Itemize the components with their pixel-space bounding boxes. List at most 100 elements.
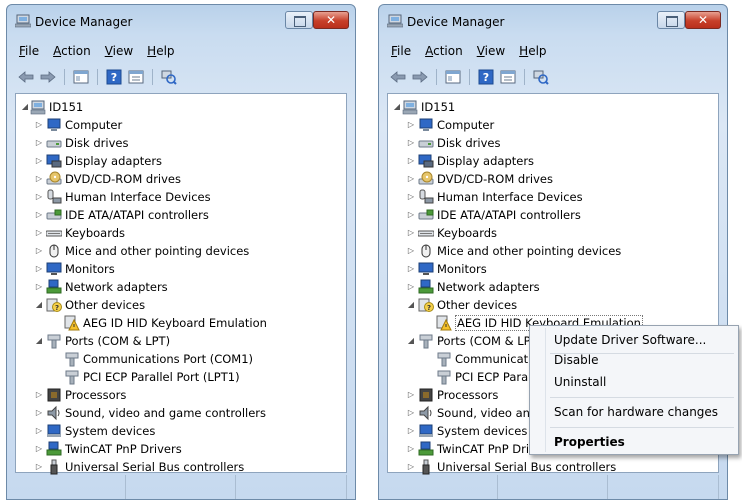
tree-category[interactable]: ◢ ? Other devices [20, 296, 346, 314]
expand-arrow-icon[interactable]: ▷ [34, 422, 44, 440]
tree-category[interactable]: ◢ Ports (COM & LPT) [20, 332, 346, 350]
tree-category[interactable]: ▷ DVD/CD-ROM drives [20, 170, 346, 188]
tree-category[interactable]: ▷ Human Interface Devices [20, 188, 346, 206]
back-arrow-icon[interactable] [17, 68, 35, 86]
expand-arrow-icon[interactable]: ▷ [34, 458, 44, 476]
tree-category[interactable]: ▷ Keyboards [20, 224, 346, 242]
tree-category[interactable]: ▷ Monitors [20, 260, 346, 278]
help-icon[interactable]: ? [477, 68, 495, 86]
expand-arrow-icon[interactable]: ▷ [34, 188, 44, 206]
expand-arrow-icon[interactable]: ▷ [34, 386, 44, 404]
tree-device[interactable]: Communications Port (COM1) [20, 350, 346, 368]
tree-root-node[interactable]: ◢ ID151 [392, 98, 718, 116]
collapse-arrow-icon[interactable]: ◢ [392, 98, 402, 116]
tree-category[interactable]: ▷ IDE ATA/ATAPI controllers [20, 206, 346, 224]
scan-hardware-icon[interactable] [160, 68, 178, 86]
tree-category[interactable]: ▷ Human Interface Devices [392, 188, 718, 206]
help-icon[interactable]: ? [105, 68, 123, 86]
expand-arrow-icon[interactable]: ▷ [34, 116, 44, 134]
tree-category[interactable]: ▷ Network adapters [20, 278, 346, 296]
tree-category[interactable]: ▷ Keyboards [392, 224, 718, 242]
collapse-arrow-icon[interactable]: ◢ [20, 98, 30, 116]
menu-file[interactable]: File [19, 41, 39, 61]
title-bar[interactable]: Device Manager ✕ [7, 5, 355, 35]
scan-hardware-icon[interactable] [532, 68, 550, 86]
tree-device[interactable]: PCI ECP Parallel Port (LPT1) [20, 368, 346, 386]
expand-arrow-icon[interactable]: ▷ [34, 152, 44, 170]
menu-scan-hardware-changes[interactable]: Scan for hardware changes [554, 402, 718, 422]
tree-category[interactable]: ▷ Universal Serial Bus controllers [392, 458, 718, 476]
tree-category[interactable]: ▷ Display adapters [20, 152, 346, 170]
title-bar[interactable]: Device Manager ✕ [379, 5, 727, 35]
expand-arrow-icon[interactable]: ▷ [34, 242, 44, 260]
minimize-button[interactable] [285, 11, 313, 29]
menu-update-driver-software[interactable]: Update Driver Software... [554, 330, 706, 350]
menu-help[interactable]: Help [147, 41, 174, 61]
menu-action[interactable]: Action [425, 41, 463, 61]
expand-arrow-icon[interactable]: ▷ [406, 116, 416, 134]
tree-category[interactable]: ▷ System devices [20, 422, 346, 440]
expand-arrow-icon[interactable]: ▷ [406, 278, 416, 296]
close-button[interactable]: ✕ [313, 11, 349, 29]
menu-view[interactable]: View [477, 41, 505, 61]
expand-arrow-icon[interactable]: ▷ [406, 152, 416, 170]
menu-properties[interactable]: Properties [554, 432, 625, 452]
show-hide-console-tree-icon[interactable] [444, 68, 462, 86]
expand-arrow-icon[interactable]: ▷ [406, 188, 416, 206]
tree-category[interactable]: ▷ Mice and other pointing devices [20, 242, 346, 260]
expand-arrow-icon[interactable]: ▷ [406, 224, 416, 242]
tree-category[interactable]: ▷ Disk drives [20, 134, 346, 152]
expand-arrow-icon[interactable]: ▷ [406, 134, 416, 152]
expand-arrow-icon[interactable]: ▷ [34, 170, 44, 188]
expand-arrow-icon[interactable]: ▷ [406, 422, 416, 440]
tree-category[interactable]: ▷ TwinCAT PnP Drivers [20, 440, 346, 458]
expand-arrow-icon[interactable]: ▷ [34, 278, 44, 296]
tree-category[interactable]: ▷ Mice and other pointing devices [392, 242, 718, 260]
expand-arrow-icon[interactable]: ▷ [406, 404, 416, 422]
tree-category[interactable]: ▷ Disk drives [392, 134, 718, 152]
tree-category[interactable]: ▷ IDE ATA/ATAPI controllers [392, 206, 718, 224]
tree-category[interactable]: ▷ Display adapters [392, 152, 718, 170]
expand-arrow-icon[interactable]: ▷ [34, 440, 44, 458]
expand-arrow-icon[interactable]: ▷ [406, 440, 416, 458]
expand-arrow-icon[interactable]: ▷ [406, 260, 416, 278]
menu-action[interactable]: Action [53, 41, 91, 61]
collapse-arrow-icon[interactable]: ◢ [34, 332, 44, 350]
tree-root-node[interactable]: ◢ ID151 [20, 98, 346, 116]
menu-help[interactable]: Help [519, 41, 546, 61]
properties-icon[interactable] [499, 68, 517, 86]
forward-arrow-icon[interactable] [39, 68, 57, 86]
show-hide-console-tree-icon[interactable] [72, 68, 90, 86]
close-button[interactable]: ✕ [685, 11, 721, 29]
forward-arrow-icon[interactable] [411, 68, 429, 86]
menu-disable[interactable]: Disable [554, 350, 599, 370]
tree-category[interactable]: ◢ ? Other devices [392, 296, 718, 314]
expand-arrow-icon[interactable]: ▷ [406, 206, 416, 224]
menu-file[interactable]: File [391, 41, 411, 61]
expand-arrow-icon[interactable]: ▷ [406, 170, 416, 188]
collapse-arrow-icon[interactable]: ◢ [406, 296, 416, 314]
expand-arrow-icon[interactable]: ▷ [34, 224, 44, 242]
tree-category[interactable]: ▷ Processors [20, 386, 346, 404]
expand-arrow-icon[interactable]: ▷ [34, 404, 44, 422]
tree-category[interactable]: ▷ Monitors [392, 260, 718, 278]
expand-arrow-icon[interactable]: ▷ [34, 206, 44, 224]
tree-category[interactable]: ▷ Computer [392, 116, 718, 134]
collapse-arrow-icon[interactable]: ◢ [406, 332, 416, 350]
expand-arrow-icon[interactable]: ▷ [34, 134, 44, 152]
tree-category[interactable]: ▷ Computer [20, 116, 346, 134]
tree-category[interactable]: ▷ Universal Serial Bus controllers [20, 458, 346, 476]
expand-arrow-icon[interactable]: ▷ [34, 260, 44, 278]
tree-category[interactable]: ▷ Sound, video and game controllers [20, 404, 346, 422]
tree-device[interactable]: AEG ID HID Keyboard Emulation [20, 314, 346, 332]
tree-category[interactable]: ▷ Network adapters [392, 278, 718, 296]
expand-arrow-icon[interactable]: ▷ [406, 458, 416, 476]
menu-uninstall[interactable]: Uninstall [554, 372, 606, 392]
properties-icon[interactable] [127, 68, 145, 86]
expand-arrow-icon[interactable]: ▷ [406, 242, 416, 260]
minimize-button[interactable] [657, 11, 685, 29]
tree-category[interactable]: ▷ DVD/CD-ROM drives [392, 170, 718, 188]
back-arrow-icon[interactable] [389, 68, 407, 86]
collapse-arrow-icon[interactable]: ◢ [34, 296, 44, 314]
expand-arrow-icon[interactable]: ▷ [406, 386, 416, 404]
